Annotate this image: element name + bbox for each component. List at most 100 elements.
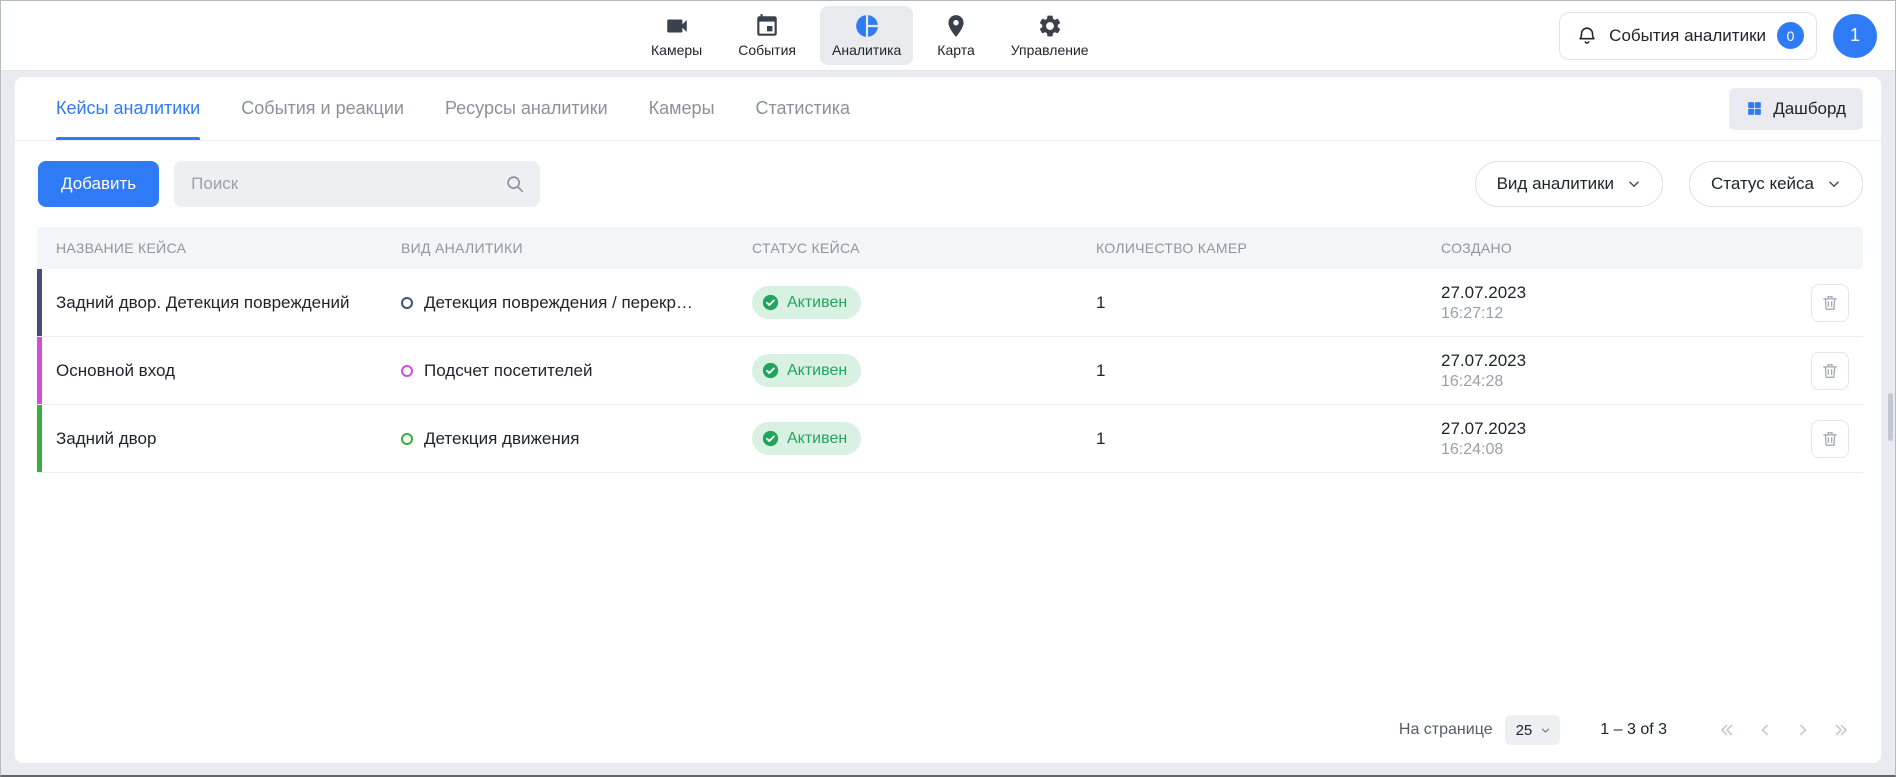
nav-item-events[interactable]: События [726,6,808,65]
filter-case-status-label: Статус кейса [1711,174,1814,194]
bell-icon [1576,25,1598,47]
tabs-row: Кейсы аналитики События и реакции Ресурсы … [15,77,1881,141]
analytics-type: Детекция повреждения / перекр… [382,293,733,313]
gear-icon [1037,13,1063,39]
created-date: 27.07.2023 [1441,351,1526,371]
first-page-button[interactable] [1713,716,1741,744]
double-chevron-left-icon [1717,720,1737,740]
nav-item-management[interactable]: Управление [999,6,1101,65]
toolbar: Добавить Вид аналитики Статус кейса [15,141,1881,225]
tab-analytics-resources[interactable]: Ресурсы аналитики [445,77,608,140]
delete-button[interactable] [1811,352,1849,390]
delete-button[interactable] [1811,284,1849,322]
previous-page-button[interactable] [1751,716,1779,744]
row-accent-bar [37,269,42,336]
pagination-range: 1 – 3 of 3 [1600,721,1667,739]
nav-item-label: Карта [937,42,974,58]
last-page-button[interactable] [1827,716,1855,744]
nav-item-analytics[interactable]: Аналитика [820,6,913,65]
dashboard-grid-icon [1746,100,1763,117]
row-actions [1785,420,1863,458]
created-cell: 27.07.2023 16:24:28 [1422,351,1785,391]
filter-case-status[interactable]: Статус кейса [1689,161,1863,207]
row-accent-bar [37,405,42,472]
status-badge: Активен [752,422,861,455]
chevron-down-icon [1539,724,1552,737]
camera-count: 1 [1077,361,1422,381]
cases-table: НАЗВАНИЕ КЕЙСАВИД АНАЛИТИКИСТАТУС КЕЙСАК… [37,227,1863,701]
chevron-left-icon [1755,720,1775,740]
created-cell: 27.07.202316:24:08 [1422,419,1785,459]
analytics-events-label: События аналитики [1609,26,1766,46]
analytics-type: Подсчет посетителей [382,361,733,381]
analytics-cases-panel: Кейсы аналитики События и реакции Ресурсы … [15,77,1881,763]
dashboard-button[interactable]: Дашборд [1729,88,1863,130]
column-header: СОЗДАНО [1422,240,1785,256]
created-time: 16:24:08 [1441,441,1503,459]
tab-cameras[interactable]: Камеры [649,77,715,140]
avatar[interactable]: 1 [1833,14,1877,58]
trash-icon [1820,361,1840,381]
search-field [174,161,540,207]
add-button[interactable]: Добавить [38,161,159,207]
trash-icon [1820,293,1840,313]
analytics-type-icon [401,365,413,377]
nav-item-label: События [738,42,796,58]
top-bar: Камеры События Аналитика Карта Управление Со… [1,1,1895,71]
delete-button[interactable] [1811,420,1849,458]
tab-statistics[interactable]: Статистика [756,77,851,140]
created-time: 16:24:28 [1441,373,1503,391]
nav-item-cameras[interactable]: Камеры [639,6,714,65]
filter-analytics-type-label: Вид аналитики [1497,174,1614,194]
tabs: Кейсы аналитики События и реакции Ресурсы … [56,77,850,140]
tab-events-reactions[interactable]: События и реакции [241,77,404,140]
table-body: Задний двор. Детекция поврежденийДетекци… [37,269,1863,473]
nav-item-label: Камеры [651,42,702,58]
camera-count: 1 [1077,293,1422,313]
row-actions [1785,352,1863,390]
chevron-down-icon [1825,175,1843,193]
filter-analytics-type[interactable]: Вид аналитики [1475,161,1663,207]
pie-chart-icon [854,13,880,39]
nav-item-map[interactable]: Карта [925,6,986,65]
pagination: На странице 25 1 – 3 of 3 [15,701,1881,763]
column-header: СТАТУС КЕЙСА [733,240,1077,256]
analytics-events-button[interactable]: События аналитики 0 [1559,12,1817,60]
chevron-down-icon [1625,175,1643,193]
case-name: Задний двор. Детекция повреждений [37,293,382,313]
table-header-row: НАЗВАНИЕ КЕЙСАВИД АНАЛИТИКИСТАТУС КЕЙСАК… [37,227,1863,269]
check-circle-icon [762,362,779,379]
notifications-count-badge: 0 [1777,22,1804,49]
camera-icon [664,13,690,39]
chevron-right-icon [1793,720,1813,740]
nav-item-label: Управление [1011,42,1089,58]
case-status: Активен [733,422,1077,455]
pager-buttons [1713,716,1855,744]
case-name: Задний двор [37,429,382,449]
camera-count: 1 [1077,429,1422,449]
filters: Вид аналитики Статус кейса [1475,161,1863,207]
created-cell: 27.07.2023 16:27:12 [1422,283,1785,323]
analytics-type-icon [401,297,413,309]
row-accent-bar [37,337,42,404]
created-date: 27.07.2023 [1441,283,1526,303]
next-page-button[interactable] [1789,716,1817,744]
column-header: НАЗВАНИЕ КЕЙСА [37,240,382,256]
created-time: 16:27:12 [1441,305,1503,323]
double-chevron-right-icon [1831,720,1851,740]
table-row[interactable]: Задний двор. Детекция поврежденийДетекци… [37,269,1863,337]
table-row[interactable]: Основной входПодсчет посетителейАктивен1… [37,337,1863,405]
column-header: ВИД АНАЛИТИКИ [382,240,733,256]
top-bar-right: События аналитики 0 1 [1559,12,1877,60]
per-page-select[interactable]: 25 [1505,715,1561,745]
case-status: Активен [733,354,1077,387]
search-input[interactable] [174,161,540,207]
main-nav: Камеры События Аналитика Карта Управление [639,6,1101,65]
nav-item-label: Аналитика [832,42,901,58]
search-icon [504,173,526,195]
analytics-type: Детекция движения [382,429,733,449]
tab-analytics-cases[interactable]: Кейсы аналитики [56,77,200,140]
table-row[interactable]: Задний дворДетекция движения Активен 127.0… [37,405,1863,473]
scrollbar-thumb[interactable] [1888,393,1893,441]
dashboard-button-label: Дашборд [1773,99,1846,119]
